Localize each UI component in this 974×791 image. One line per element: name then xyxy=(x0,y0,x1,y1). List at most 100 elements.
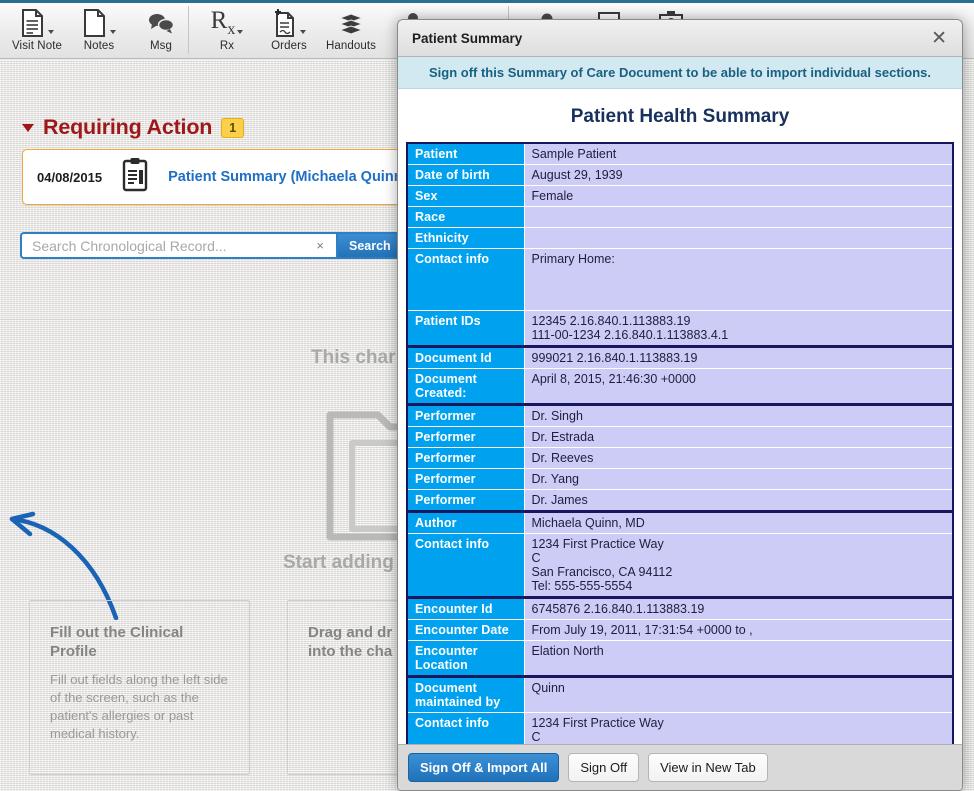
patient-summary-modal: Patient Summary ✕ Sign off this Summary … xyxy=(397,19,963,791)
row-value: Sample Patient xyxy=(523,142,954,165)
modal-title: Patient Summary xyxy=(412,30,523,46)
row-key: Performer xyxy=(406,468,525,490)
clear-icon[interactable]: × xyxy=(312,238,328,253)
collapse-triangle-icon[interactable] xyxy=(22,123,34,132)
table-row: Encounter Date From July 19, 2011, 17:31… xyxy=(406,619,954,641)
table-row: Performer Dr. James xyxy=(406,489,954,513)
table-row: Contact info 1234 First Practice Way C xyxy=(406,712,954,744)
table-row: Ethnicity xyxy=(406,227,954,249)
toolbar-label: Handouts xyxy=(325,40,377,52)
modal-titlebar: Patient Summary ✕ xyxy=(398,20,962,57)
row-link[interactable]: Patient Summary (Michaela Quinn) xyxy=(168,169,407,185)
toolbar-button-handouts[interactable]: Handouts xyxy=(320,3,382,59)
row-value: Quinn xyxy=(523,676,954,713)
document-title: Patient Health Summary xyxy=(570,106,790,127)
notes-icon xyxy=(82,8,116,38)
tip-card-clinical-profile: Fill out the Clinical Profile Fill out f… xyxy=(29,600,250,775)
row-key: Patient IDs xyxy=(406,310,525,348)
table-row: Document Created: April 8, 2015, 21:46:30… xyxy=(406,368,954,406)
row-value: 6745876 2.16.840.1.113883.19 xyxy=(523,597,954,620)
sign-off-and-import-all-button[interactable]: Sign Off & Import All xyxy=(408,753,560,782)
row-key: Patient xyxy=(406,142,525,165)
modal-banner: Sign off this Summary of Care Document t… xyxy=(398,57,962,89)
chevron-down-icon[interactable] xyxy=(300,30,306,34)
row-value: 12345 2.16.840.1.113883.19 111-00-1234 2… xyxy=(523,310,954,348)
row-value xyxy=(523,206,954,228)
row-key: Performer xyxy=(406,426,525,448)
toolbar-button-rx[interactable]: Rx Rx xyxy=(196,3,258,59)
table-row: Race xyxy=(406,206,954,228)
row-key: Encounter Id xyxy=(406,597,525,620)
table-row: Date of birth August 29, 1939 xyxy=(406,164,954,186)
row-key: Ethnicity xyxy=(406,227,525,249)
empty-state-heading: This char xyxy=(311,347,396,368)
requiring-action-title: Requiring Action xyxy=(43,115,213,139)
row-value: Dr. Reeves xyxy=(523,447,954,469)
row-key: Document maintained by xyxy=(406,676,525,713)
toolbar-button-notes[interactable]: Notes xyxy=(68,3,130,59)
row-value xyxy=(523,227,954,249)
row-date: 04/08/2015 xyxy=(37,169,103,185)
row-value: Elation North xyxy=(523,640,954,678)
row-value: 999021 2.16.840.1.113883.19 xyxy=(523,346,954,369)
row-key: Performer xyxy=(406,447,525,469)
modal-footer: Sign Off & Import All Sign Off View in N… xyxy=(398,744,962,790)
table-row: Performer Dr. Singh xyxy=(406,404,954,427)
row-key: Document Id xyxy=(406,346,525,369)
search-input[interactable]: Search Chronological Record... × xyxy=(20,232,336,259)
row-value: Primary Home: xyxy=(523,248,954,311)
row-key: Contact info xyxy=(406,712,525,744)
chevron-down-icon[interactable] xyxy=(48,30,54,34)
row-value: 1234 First Practice Way C xyxy=(523,712,954,744)
message-icon xyxy=(146,8,176,38)
row-value: 1234 First Practice Way C San Francisco,… xyxy=(523,533,954,599)
row-key: Sex xyxy=(406,185,525,207)
requiring-action-count-badge: 1 xyxy=(221,117,245,138)
toolbar-label: Notes xyxy=(83,40,115,52)
table-row: Encounter Location Elation North xyxy=(406,640,954,678)
row-value: Michaela Quinn, MD xyxy=(523,511,954,534)
tip-heading: Fill out the Clinical Profile xyxy=(50,624,184,660)
row-key: Date of birth xyxy=(406,164,525,186)
table-row: Patient Sample Patient xyxy=(406,142,954,165)
row-key: Document Created: xyxy=(406,368,525,406)
view-in-new-tab-button[interactable]: View in New Tab xyxy=(648,753,768,782)
clipboard-icon xyxy=(120,157,150,198)
chevron-down-icon[interactable] xyxy=(110,30,116,34)
row-value: Dr. Estrada xyxy=(523,426,954,448)
handouts-icon xyxy=(336,8,366,38)
close-icon[interactable]: ✕ xyxy=(929,29,949,48)
search-button[interactable]: Search xyxy=(336,232,404,259)
toolbar-label: Rx xyxy=(219,40,235,52)
tip-body: Fill out fields along the left side of t… xyxy=(50,672,228,741)
toolbar-label: Orders xyxy=(271,40,307,52)
table-row: Sex Female xyxy=(406,185,954,207)
row-key: Encounter Location xyxy=(406,640,525,678)
row-key: Contact info xyxy=(406,533,525,599)
toolbar-group-documents: Visit Note Notes Msg xyxy=(6,3,192,59)
table-row: Contact info 1234 First Practice Way C Sa… xyxy=(406,533,954,599)
sign-off-button[interactable]: Sign Off xyxy=(568,753,640,782)
empty-state-subheading: Start adding xyxy=(283,552,394,573)
row-key: Performer xyxy=(406,404,525,427)
table-row: Performer Dr. Reeves xyxy=(406,447,954,469)
row-key: Contact info xyxy=(406,248,525,311)
toolbar-button-msg[interactable]: Msg xyxy=(130,3,192,59)
table-row: Author Michaela Quinn, MD xyxy=(406,511,954,534)
toolbar-label: Visit Note xyxy=(11,40,62,52)
orders-icon xyxy=(272,8,306,38)
toolbar-button-visit-note[interactable]: Visit Note xyxy=(6,3,68,59)
row-value: August 29, 1939 xyxy=(523,164,954,186)
table-row: Performer Dr. Yang xyxy=(406,468,954,490)
row-key: Encounter Date xyxy=(406,619,525,641)
toolbar-button-orders[interactable]: Orders xyxy=(258,3,320,59)
chevron-down-icon[interactable] xyxy=(237,30,244,34)
row-value: Dr. James xyxy=(523,489,954,513)
table-row: Patient IDs 12345 2.16.840.1.113883.19 11… xyxy=(406,310,954,348)
row-value: Dr. Singh xyxy=(523,404,954,427)
table-row: Performer Dr. Estrada xyxy=(406,426,954,448)
toolbar-divider xyxy=(188,6,189,54)
table-row: Contact info Primary Home: xyxy=(406,248,954,311)
row-value: Female xyxy=(523,185,954,207)
row-key: Performer xyxy=(406,489,525,513)
